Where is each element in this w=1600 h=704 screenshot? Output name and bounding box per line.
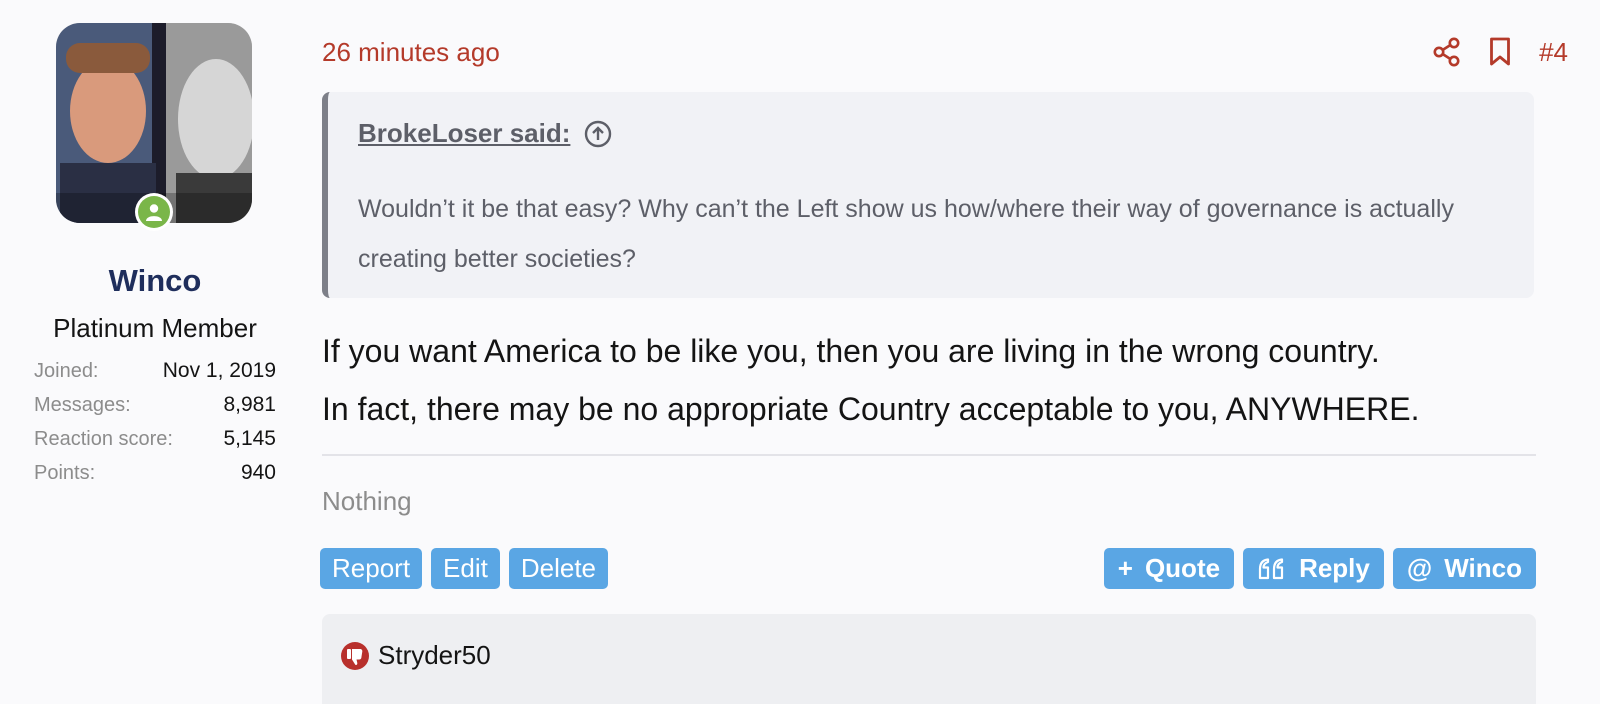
- user-sidebar: Winco Platinum Member Joined: Nov 1, 201…: [0, 0, 300, 704]
- edit-button[interactable]: Edit: [431, 548, 500, 589]
- signature-divider: [322, 454, 1536, 456]
- message-line: In fact, there may be no appropriate Cou…: [322, 391, 1420, 427]
- arrow-up-circle-icon[interactable]: [584, 120, 612, 148]
- stat-label: Points:: [34, 461, 96, 484]
- stat-messages: Messages: 8,981: [34, 388, 276, 422]
- stat-label: Messages:: [34, 393, 131, 416]
- stat-value: 940: [240, 461, 276, 484]
- stat-reaction-score: Reaction score: 5,145: [34, 422, 276, 456]
- forum-post: Winco Platinum Member Joined: Nov 1, 201…: [0, 0, 1600, 704]
- stat-value: 8,981: [223, 393, 276, 416]
- stat-joined: Joined: Nov 1, 2019: [34, 354, 276, 388]
- delete-button[interactable]: Delete: [508, 548, 609, 589]
- reply-label: Reply: [1299, 553, 1370, 583]
- post-header-actions: #4: [1433, 37, 1568, 68]
- signature-text: Nothing: [322, 486, 412, 516]
- quote-marks-icon: [1257, 557, 1287, 581]
- message-line: If you want America to be like you, then…: [322, 333, 1380, 369]
- quote-author-link[interactable]: BrokeLoser said:: [358, 118, 570, 149]
- quote-text: Wouldn’t it be that easy? Why can’t the …: [358, 195, 1454, 273]
- quote-label: Quote: [1144, 553, 1221, 583]
- post-main: 26 minutes ago #4 BrokeLoser said: Would…: [320, 0, 1568, 704]
- stat-label: Joined:: [34, 359, 99, 382]
- stat-value: Nov 1, 2019: [162, 359, 276, 382]
- post-actions-right: + Quote Reply @ Winco: [1103, 548, 1536, 589]
- username[interactable]: Winco: [0, 263, 310, 299]
- reply-button[interactable]: Reply: [1243, 548, 1384, 589]
- reaction-item: Stryder50: [340, 640, 491, 671]
- at-icon: @: [1406, 553, 1433, 583]
- post-permalink[interactable]: #4: [1539, 37, 1568, 68]
- bookmark-icon[interactable]: [1489, 37, 1511, 67]
- plus-icon: +: [1117, 553, 1133, 583]
- report-button[interactable]: Report: [320, 548, 423, 589]
- user-online-icon: [138, 196, 170, 228]
- thumbs-down-icon: [340, 641, 370, 671]
- mention-button[interactable]: @ Winco: [1392, 548, 1536, 589]
- online-status-badge: [135, 193, 173, 231]
- quote-header: BrokeLoser said:: [358, 118, 612, 149]
- message-body: If you want America to be like you, then…: [322, 322, 1552, 438]
- reactions-bar: Stryder50: [322, 614, 1536, 704]
- user-title: Platinum Member: [53, 313, 257, 343]
- post-header: 26 minutes ago #4: [322, 30, 1568, 74]
- reaction-username[interactable]: Stryder50: [378, 640, 491, 671]
- user-stats: Joined: Nov 1, 2019 Messages: 8,981 Reac…: [34, 354, 276, 490]
- share-icon[interactable]: [1433, 37, 1461, 67]
- stat-points: Points: 940: [34, 456, 276, 490]
- stat-label: Reaction score:: [34, 427, 173, 450]
- post-timestamp[interactable]: 26 minutes ago: [322, 37, 500, 68]
- quote-block: BrokeLoser said: Wouldn’t it be that eas…: [322, 92, 1534, 298]
- multi-quote-button[interactable]: + Quote: [1103, 548, 1235, 589]
- post-actions-left: Report Edit Delete: [320, 548, 609, 589]
- stat-value: 5,145: [223, 427, 276, 450]
- mention-label: Winco: [1444, 553, 1522, 583]
- avatar-container: [56, 23, 252, 231]
